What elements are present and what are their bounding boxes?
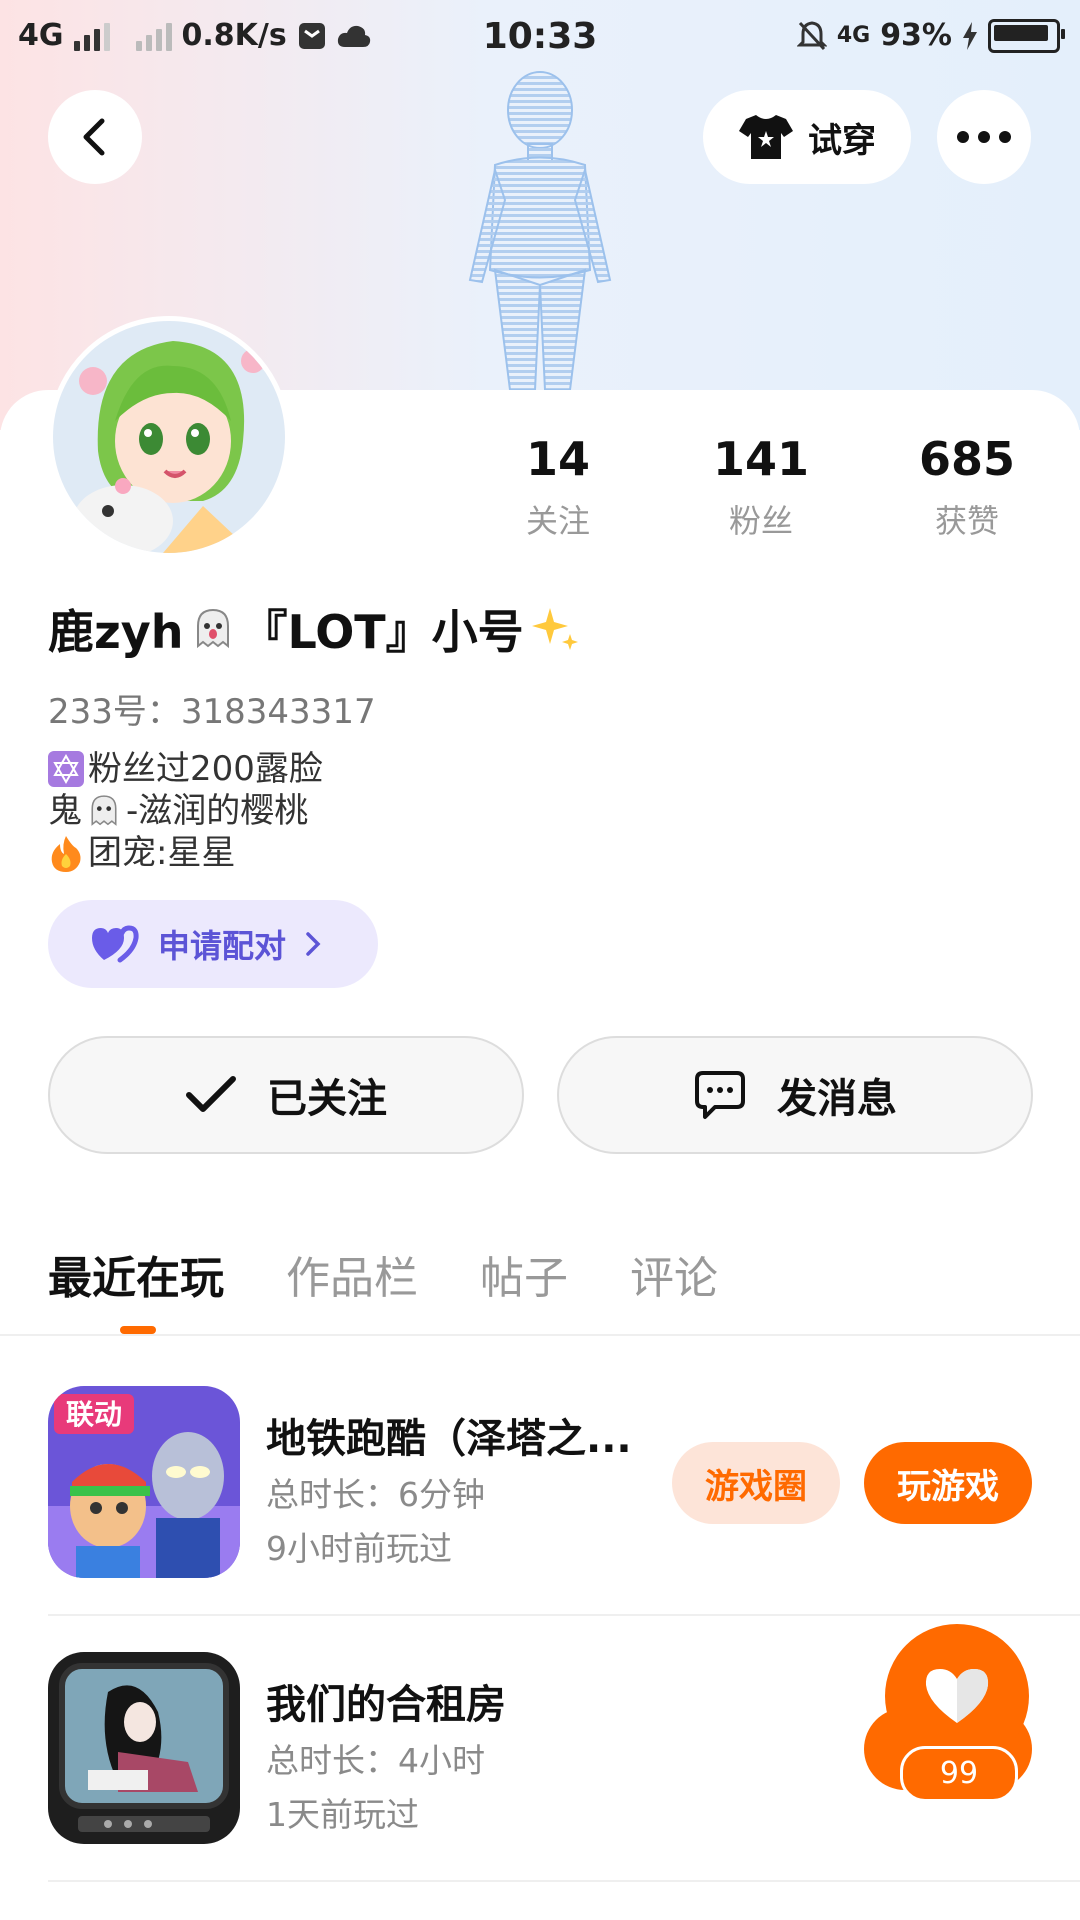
battery-percent: 93% (880, 18, 952, 53)
content-tabs: 最近在玩 作品栏 帖子 评论 (48, 1242, 718, 1334)
tryon-label: 试穿 (808, 120, 876, 161)
heart-icon (925, 1669, 989, 1723)
game-last-played: 9小时前玩过 (266, 1529, 452, 1568)
bio-line: 粉丝过200露脸 (48, 748, 323, 790)
bio-line-text: -滋润的樱桃 (126, 791, 309, 831)
send-message-button[interactable]: 发消息 (557, 1036, 1033, 1154)
back-button[interactable] (48, 90, 142, 184)
game-duration: 总时长：6分钟 (266, 1475, 485, 1514)
double-heart-icon (92, 925, 139, 963)
send-message-label: 发消息 (777, 1076, 897, 1122)
tab-works[interactable]: 作品栏 (286, 1242, 418, 1306)
following-label: 关注 (525, 502, 590, 540)
tabs-divider (0, 1334, 1080, 1336)
likes-count: 685 (918, 432, 1016, 486)
game-circle-button[interactable]: 游戏圈 (672, 1442, 840, 1524)
game-icon-roommate (48, 1652, 240, 1844)
fans-count: 141 (712, 432, 810, 486)
like-count-badge: 99 (900, 1746, 1018, 1802)
bio-line-text: 团宠:星星 (88, 833, 236, 873)
fans-label: 粉丝 (728, 502, 793, 540)
ghost-icon (196, 608, 229, 649)
profile-name-text: 鹿zyh (48, 605, 184, 659)
chevron-left-icon (83, 118, 105, 156)
likes-label: 获赞 (934, 502, 999, 540)
followed-button[interactable]: 已关注 (48, 1036, 524, 1154)
user-id: 233号：318343317 (48, 692, 376, 732)
game-list-item[interactable]: 联动 地铁跑酷（泽塔之... 总时长：6分钟 9小时前玩过 游戏圈 玩游戏 (48, 1386, 1080, 1582)
game-icon-subway-image: 联动 (48, 1386, 240, 1578)
chat-bubble-icon (695, 1071, 745, 1119)
fire-icon (51, 836, 81, 872)
network-type-right: 4G (836, 23, 871, 48)
apply-pair-button[interactable]: 申请配对 (48, 900, 378, 988)
bio-line: 鬼 -滋润的樱桃 (48, 790, 323, 832)
profile-name: 鹿zyh 『LOT』小号 (48, 596, 580, 662)
icon-badge-text: 联动 (66, 1398, 122, 1431)
shirt-icon (739, 115, 793, 159)
list-divider (48, 1614, 1080, 1616)
stat-fans[interactable]: 141 粉丝 (676, 432, 846, 542)
game-duration: 总时长：4小时 (266, 1741, 485, 1780)
play-game-button[interactable]: 玩游戏 (864, 1442, 1032, 1524)
status-right: 4G 93% (796, 18, 1065, 53)
more-dots-icon (957, 131, 1011, 143)
tab-posts[interactable]: 帖子 (480, 1242, 568, 1306)
avatar-image (53, 321, 285, 553)
game-last-played: 1天前玩过 (266, 1795, 419, 1834)
followed-label: 已关注 (267, 1076, 387, 1122)
bio-line-text: 粉丝过200露脸 (88, 749, 323, 789)
profile-name-suffix: 『LOT』小号 (241, 605, 524, 659)
profile-bio: 粉丝过200露脸 鬼 -滋润的樱桃 团宠:星星 (48, 748, 323, 874)
tryon-button[interactable]: 试穿 (703, 90, 911, 184)
status-bar: 4G 0.8K/s 10:33 4G 93% (0, 0, 1080, 76)
more-button[interactable] (937, 90, 1031, 184)
stat-following[interactable]: 14 关注 (473, 432, 643, 542)
game-title: 地铁跑酷（泽塔之... (266, 1416, 632, 1462)
sparkles-icon (531, 608, 578, 650)
tab-comments[interactable]: 评论 (630, 1242, 718, 1306)
game-icon-roommate-image (48, 1652, 240, 1844)
game-title: 我们的合租房 (266, 1682, 506, 1728)
avatar[interactable] (48, 316, 290, 558)
avatar-hologram-image (468, 71, 612, 390)
charging-icon (963, 21, 977, 50)
stat-likes[interactable]: 685 获赞 (882, 432, 1052, 542)
bio-line-text: 鬼 (48, 791, 82, 831)
ghost-icon (91, 795, 117, 826)
tab-recently-played[interactable]: 最近在玩 (48, 1242, 224, 1334)
list-divider (48, 1880, 1080, 1882)
star-of-david-icon (48, 751, 84, 787)
bio-line: 团宠:星星 (48, 832, 323, 874)
checkmark-icon (186, 1076, 236, 1112)
apply-pair-label: 申请配对 (158, 927, 287, 965)
mute-bell-icon (796, 20, 827, 50)
chevron-right-icon (306, 932, 321, 956)
game-icon-subway: 联动 (48, 1386, 240, 1578)
following-count: 14 (525, 432, 590, 486)
battery-icon (988, 18, 1065, 53)
